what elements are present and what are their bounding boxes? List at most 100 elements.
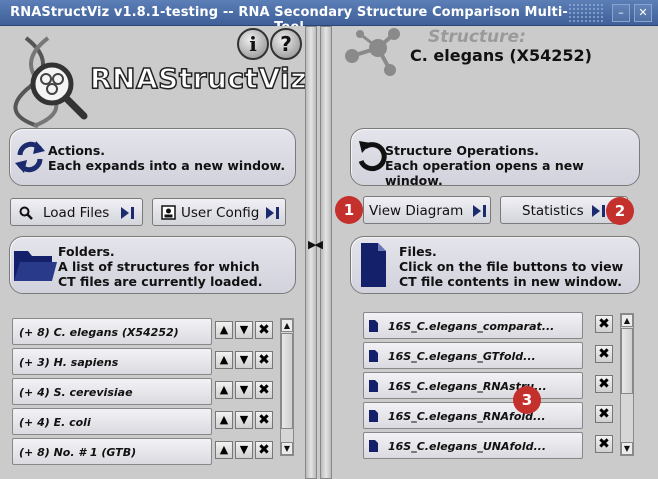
close-x-icon: ✖ (258, 382, 270, 398)
actions-title: Actions. (48, 143, 106, 158)
triangle-up-icon: ▲ (219, 353, 229, 366)
move-up-button[interactable]: ▲ (215, 411, 233, 429)
view-diagram-button[interactable]: View Diagram (363, 196, 491, 224)
move-down-button[interactable]: ▼ (235, 411, 253, 429)
file-label: 16S_C.elegans_comparat... (388, 320, 555, 333)
actions-panel: Actions. Each expands into a new window. (9, 128, 296, 186)
annotation-badge-1: 1 (335, 196, 363, 224)
folder-label: (+ 4) S. cerevisiae (19, 386, 133, 399)
help-button[interactable]: ? (270, 28, 302, 60)
triangle-up-icon: ▲ (219, 443, 229, 456)
scroll-up-button[interactable]: ▲ (281, 319, 293, 332)
remove-folder-button[interactable]: ✖ (255, 381, 273, 399)
remove-file-button[interactable]: ✖ (595, 405, 613, 423)
file-button[interactable]: 16S_C.elegans_comparat... (363, 312, 583, 339)
remove-file-button[interactable]: ✖ (595, 435, 613, 453)
load-files-button[interactable]: Load Files (10, 198, 143, 226)
title-bar[interactable]: RNAStructViz v1.8.1-testing -- RNA Secon… (0, 0, 658, 35)
scroll-down-button[interactable]: ▼ (621, 442, 633, 455)
chevron-down-icon: ▼ (283, 444, 291, 453)
play-icon (473, 205, 486, 217)
move-down-button[interactable]: ▼ (235, 351, 253, 369)
user-config-icon (161, 205, 176, 220)
close-x-icon: ✖ (598, 376, 610, 392)
remove-file-button[interactable]: ✖ (595, 315, 613, 333)
close-x-icon: ✖ (258, 412, 270, 428)
file-icon (369, 410, 378, 422)
move-up-button[interactable]: ▲ (215, 381, 233, 399)
refresh-icon (15, 141, 45, 173)
folders-title: Folders. (58, 244, 115, 259)
folders-panel: Folders. A list of structures for which … (9, 236, 296, 294)
scroll-up-button[interactable]: ▲ (621, 314, 633, 327)
splitter-bar-right[interactable] (320, 26, 332, 479)
move-down-button[interactable]: ▼ (235, 441, 253, 459)
triangle-down-icon: ▼ (239, 323, 249, 336)
help-icon: ? (280, 32, 292, 56)
chevron-down-icon: ▼ (623, 444, 631, 453)
folders-desc-2: CT files are currently loaded. (58, 274, 263, 289)
remove-folder-button[interactable]: ✖ (255, 321, 273, 339)
folder-button[interactable]: (+ 4) E. coli (12, 408, 212, 435)
remove-folder-button[interactable]: ✖ (255, 441, 273, 459)
move-down-button[interactable]: ▼ (235, 321, 253, 339)
remove-folder-button[interactable]: ✖ (255, 411, 273, 429)
folder-list-scrollbar[interactable]: ▲ ▼ (280, 318, 294, 456)
file-button[interactable]: 16S_C.elegans_RNAfold... (363, 402, 583, 429)
file-list: 16S_C.elegans_comparat... ✖ 16S_C.elegan… (363, 312, 619, 479)
minimize-icon: – (618, 6, 624, 19)
folder-button[interactable]: (+ 8) No. # 1 (GTB) (12, 438, 212, 465)
main-window: RNAStructViz i ? Actions. Each expands i… (0, 26, 658, 479)
file-button[interactable]: 16S_C.elegans_GTfold... (363, 342, 583, 369)
remove-folder-button[interactable]: ✖ (255, 351, 273, 369)
refresh-icon (358, 141, 387, 172)
pane-splitter[interactable]: ▶◀ (305, 26, 334, 479)
files-panel: Files. Click on the file buttons to view… (350, 236, 640, 294)
folder-button[interactable]: (+ 4) S. cerevisiae (12, 378, 212, 405)
scroll-thumb[interactable] (281, 333, 293, 429)
move-down-button[interactable]: ▼ (235, 381, 253, 399)
scroll-down-button[interactable]: ▼ (281, 442, 293, 455)
remove-file-button[interactable]: ✖ (595, 375, 613, 393)
folder-label: (+ 4) E. coli (19, 416, 91, 429)
close-x-icon: ✖ (598, 406, 610, 422)
folder-list: (+ 8) C. elegans (X54252) ▲ ▼ ✖ (+ 3) H.… (12, 316, 282, 479)
file-list-scrollbar[interactable]: ▲ ▼ (620, 313, 634, 456)
file-icon (369, 320, 378, 332)
file-button[interactable]: 16S_C.elegans_UNAfold... (363, 432, 583, 459)
triangle-up-icon: ▲ (219, 413, 229, 426)
move-up-button[interactable]: ▲ (215, 321, 233, 339)
move-up-button[interactable]: ▲ (215, 441, 233, 459)
info-button[interactable]: i (237, 28, 269, 60)
triangle-down-icon: ▼ (239, 353, 249, 366)
user-config-label: User Config (181, 205, 260, 221)
structure-name: C. elegans (X54252) (410, 46, 592, 65)
minimize-button[interactable]: – (612, 4, 630, 22)
file-icon (369, 440, 378, 452)
user-config-button[interactable]: User Config (152, 198, 286, 226)
file-button[interactable]: 16S_C.elegans_RNAstru... (363, 372, 583, 399)
file-icon (369, 380, 378, 392)
close-x-icon: ✖ (598, 316, 610, 332)
files-desc-1: Click on the file buttons to view (399, 259, 624, 274)
splitter-bar-left[interactable] (305, 26, 317, 479)
statistics-label: Statistics (522, 203, 584, 219)
triangle-up-icon: ▲ (219, 323, 229, 336)
close-x-icon: ✖ (258, 322, 270, 338)
actions-desc: Each expands into a new window. (48, 158, 286, 173)
close-window-button[interactable]: ✕ (634, 4, 652, 22)
logo-text: RNAStructViz (89, 61, 308, 96)
collapse-arrows-icon[interactable]: ▶◀ (308, 238, 323, 251)
files-title: Files. (399, 244, 437, 259)
folder-button[interactable]: (+ 3) H. sapiens (12, 348, 212, 375)
folder-button[interactable]: (+ 8) C. elegans (X54252) (12, 318, 212, 345)
magnifier-icon (19, 206, 33, 220)
molecule-icon (345, 28, 400, 76)
remove-file-button[interactable]: ✖ (595, 345, 613, 363)
folder-label: (+ 3) H. sapiens (19, 356, 119, 369)
move-up-button[interactable]: ▲ (215, 351, 233, 369)
file-label: 16S_C.elegans_UNAfold... (388, 440, 547, 453)
file-icon (369, 350, 378, 362)
scroll-thumb[interactable] (621, 328, 633, 394)
view-diagram-label: View Diagram (369, 203, 464, 219)
